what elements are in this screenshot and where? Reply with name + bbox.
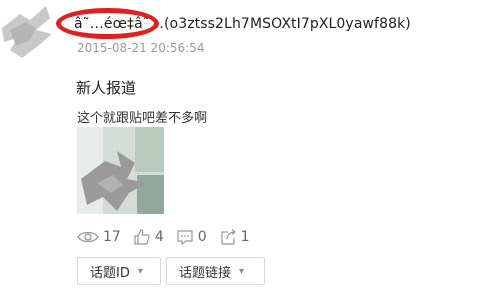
post-title: 新人报道 xyxy=(76,79,137,97)
chevron-down-icon: ▾ xyxy=(239,265,245,277)
topic-id-button[interactable]: 话题ID ▾ xyxy=(77,257,161,285)
comment-icon xyxy=(177,230,193,245)
post-stats: 17 4 0 1 xyxy=(77,227,262,247)
post-body: 这个就跟贴吧差不多啊 xyxy=(77,111,208,126)
chevron-down-icon: ▾ xyxy=(137,265,143,277)
comments-stat[interactable]: 0 xyxy=(176,228,207,246)
topic-link-button[interactable]: 话题链接 ▾ xyxy=(166,257,265,285)
post-timestamp: 2015-08-21 20:56:54 xyxy=(77,41,205,55)
views-stat[interactable]: 17 xyxy=(77,229,121,245)
eye-icon xyxy=(77,231,99,243)
post-image[interactable] xyxy=(77,127,164,214)
topic-link-label: 话题链接 xyxy=(179,265,232,281)
shares-stat[interactable]: 1 xyxy=(219,228,250,246)
views-count: 17 xyxy=(103,229,121,245)
username[interactable]: â˜…éœ‡â˜…(o3ztss2Lh7MSOXtI7pXL0yawf88k) xyxy=(74,16,411,32)
thumbs-up-icon xyxy=(134,229,150,245)
shares-count: 1 xyxy=(240,229,250,245)
topic-id-label: 话题ID xyxy=(90,265,130,281)
avatar[interactable] xyxy=(0,0,62,62)
share-icon xyxy=(221,229,236,245)
comments-count: 0 xyxy=(197,229,207,245)
likes-count: 4 xyxy=(154,229,164,245)
likes-stat[interactable]: 4 xyxy=(133,228,164,246)
